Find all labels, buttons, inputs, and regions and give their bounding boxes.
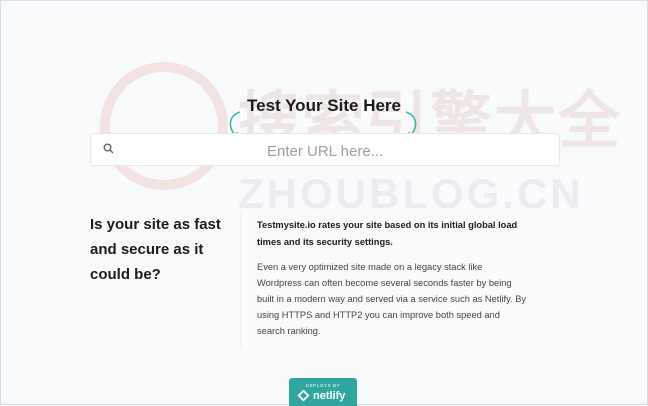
search-icon [103,143,114,154]
body-paragraph: Even a very optimized site made on a leg… [257,262,527,336]
url-input[interactable] [265,139,549,163]
badge-name: netlify [313,390,346,402]
section-headline: Is your site as fast and secure as it co… [90,216,221,283]
netlify-logo-icon [297,389,310,402]
search-bar[interactable] [90,133,560,166]
column-divider [240,212,241,348]
page-title: Test Your Site Here [247,96,401,115]
lead-paragraph: Testmysite.io rates your site based on i… [257,220,518,247]
badge-caption: DEPLOYS BY [305,383,341,388]
page-frame [0,0,648,405]
netlify-badge[interactable]: DEPLOYS BY netlify [289,378,357,406]
